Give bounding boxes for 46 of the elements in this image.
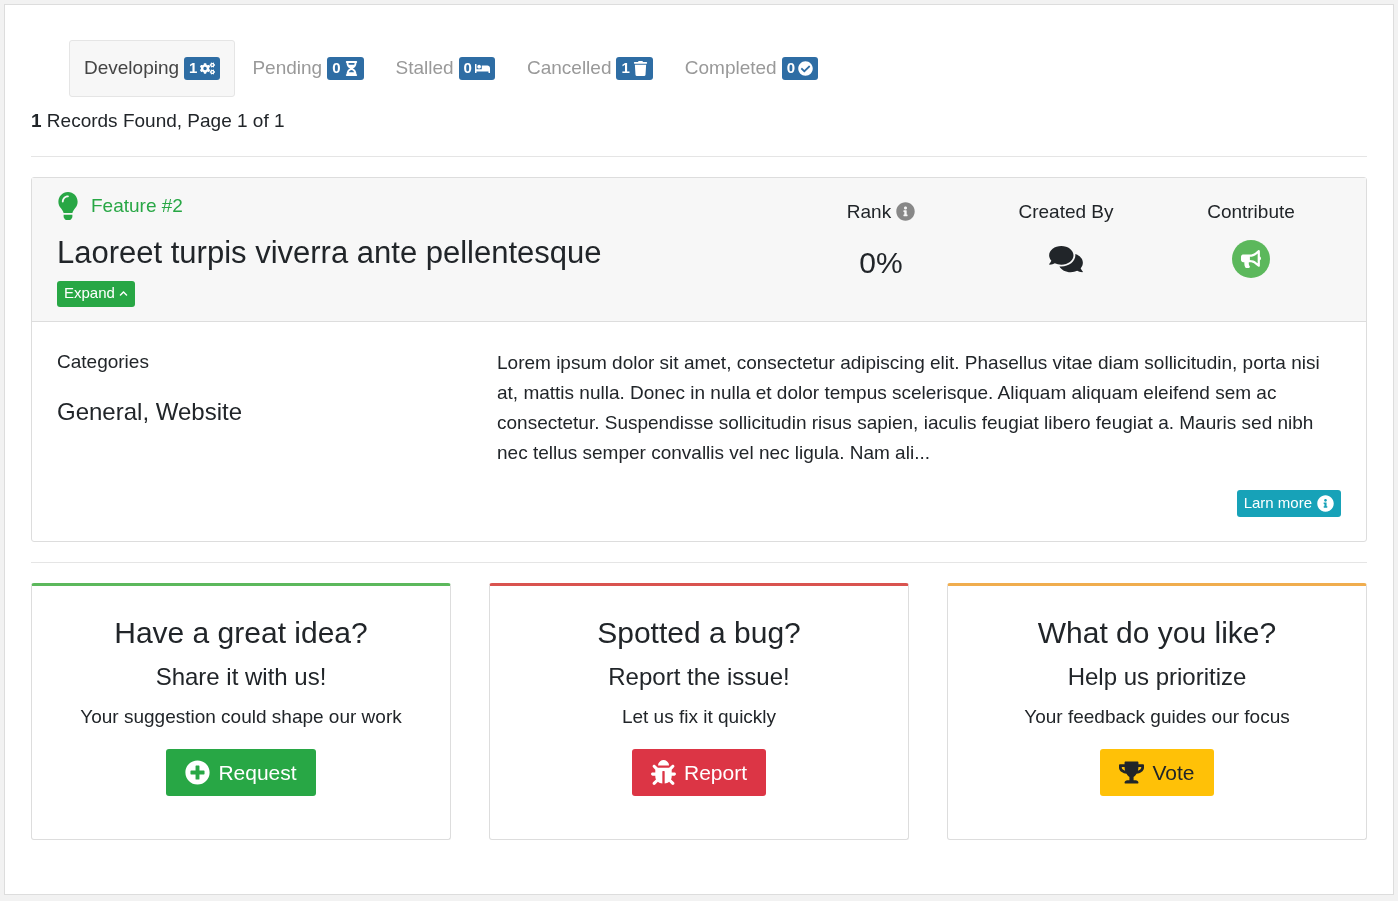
- status-tab[interactable]: Pending 0: [237, 40, 379, 97]
- megaphone-icon[interactable]: [1232, 240, 1270, 278]
- card-subtitle: Report the issue!: [608, 661, 790, 692]
- card-text: Let us fix it quickly: [621, 704, 777, 729]
- action-button[interactable]: Report: [632, 749, 766, 796]
- count-badge: 0: [781, 57, 819, 80]
- card-title: Have a great idea?: [114, 614, 368, 651]
- card-title: What do you like?: [1037, 614, 1277, 651]
- bug-icon: [651, 760, 676, 785]
- card-subtitle: Share it with us!: [155, 661, 327, 692]
- feature-description: Lorem ipsum dolor sit amet, consectetur adipiscing elit. Phasellus vitae diam sollicitudin, porta nisi at, mattis nulla. Donec in nulla et dolor tempus scelerisque. Aliquam aliquam eleifend sem ac consectetur. Suspendisse sollicitudin risus sapien, iaculis feugiat libero feugiat a. Mauris sed nibh nec tellus semper convallis vel nec ligula. Nam ali...: [497, 350, 1321, 465]
- chat-bubbles-icon[interactable]: [1048, 244, 1084, 274]
- gears-icon: [200, 61, 216, 76]
- feature-title: Laoreet turpis viverra ante pellentesque: [57, 234, 603, 272]
- learn-more-button[interactable]: Larn more: [1236, 489, 1341, 517]
- categories-value: General, Website: [57, 397, 243, 427]
- status-tab[interactable]: Stalled 0: [380, 40, 510, 97]
- card-text: Your suggestion could shape our work: [80, 704, 402, 729]
- records-summary: 1 Records Found, Page 1 of 1: [31, 109, 286, 133]
- info-icon[interactable]: [896, 202, 916, 222]
- created-by-label: Created By: [1018, 199, 1114, 224]
- contribute-label: Contribute: [1207, 199, 1295, 224]
- status-tab[interactable]: Developing 1: [69, 40, 236, 97]
- card-subtitle: Help us prioritize: [1067, 661, 1247, 692]
- action-button[interactable]: Vote: [1100, 749, 1214, 796]
- feature-tag: Feature #2: [91, 191, 183, 220]
- count-badge: 1: [184, 57, 221, 80]
- count-badge: 0: [458, 57, 495, 80]
- trash-icon: [632, 61, 648, 76]
- status-tab[interactable]: Completed 0: [669, 40, 834, 97]
- lightbulb-icon: [57, 191, 79, 220]
- trophy-icon: [1119, 760, 1145, 785]
- card-text: Your feedback guides our focus: [1024, 704, 1290, 729]
- rank-value: 0%: [859, 245, 903, 281]
- rank-label: Rank: [846, 199, 892, 224]
- count-badge: 0: [327, 57, 364, 80]
- categories-label: Categories: [57, 349, 150, 374]
- expand-button[interactable]: Expand: [57, 280, 135, 307]
- action-button[interactable]: Request: [166, 749, 316, 796]
- bed-icon: [474, 61, 490, 76]
- info-icon: [1317, 494, 1334, 512]
- card-title: Spotted a bug?: [597, 614, 801, 651]
- hourglass-icon: [343, 61, 359, 76]
- status-tab[interactable]: Cancelled 1: [511, 40, 668, 97]
- chevron-up-icon: [118, 289, 128, 298]
- count-badge: 1: [616, 57, 653, 80]
